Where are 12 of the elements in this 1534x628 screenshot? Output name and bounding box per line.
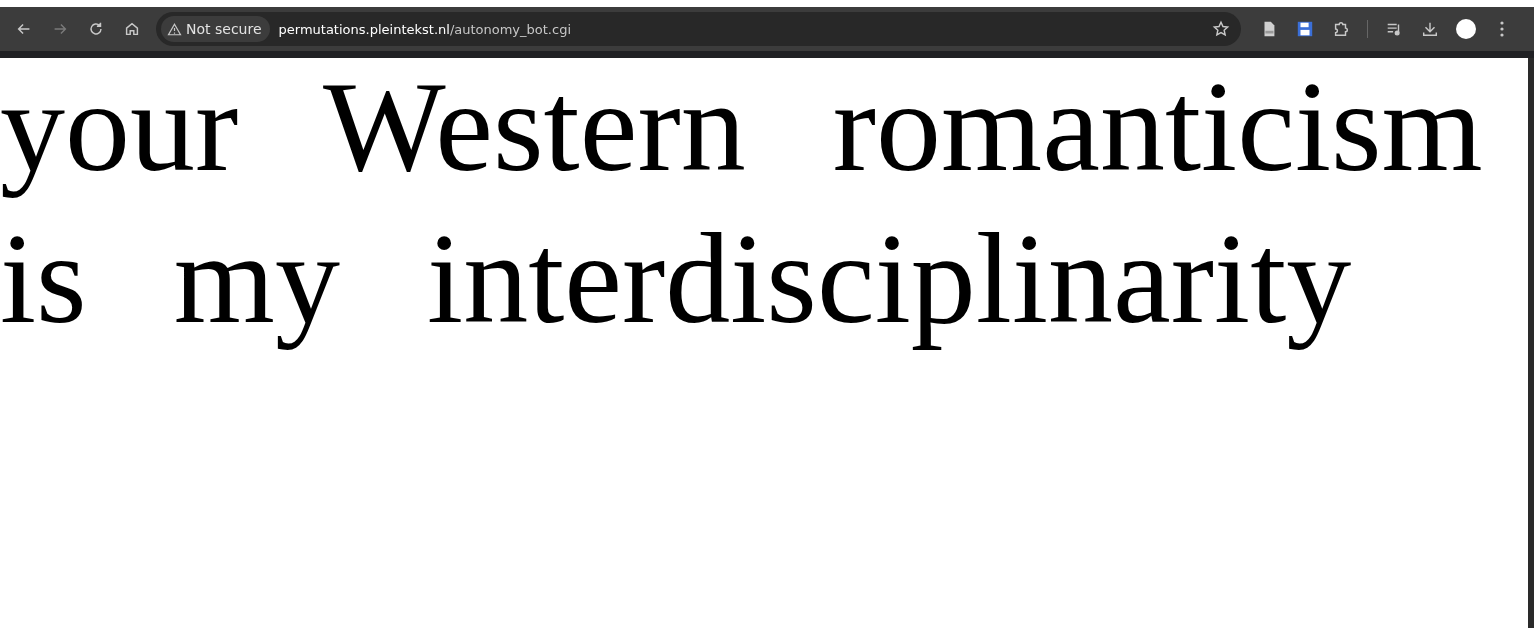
puzzle-piece-icon	[1332, 20, 1350, 38]
avatar-icon	[1456, 19, 1476, 39]
home-icon	[123, 20, 141, 38]
reload-icon	[87, 20, 105, 38]
menu-dots-icon	[1500, 21, 1504, 37]
security-chip[interactable]: Not secure	[161, 16, 270, 42]
url-text: permutations.pleintekst.nl/autonomy_bot.cgi	[278, 21, 572, 37]
download-icon	[1421, 20, 1439, 38]
page-text: your Western romanticism is my interdisciplinarity	[0, 58, 1484, 352]
warning-triangle-icon	[167, 21, 182, 37]
star-icon	[1212, 20, 1230, 38]
address-bar[interactable]: Not secure permutations.pleintekst.nl/autonomy_bot.cgi	[156, 12, 1241, 46]
